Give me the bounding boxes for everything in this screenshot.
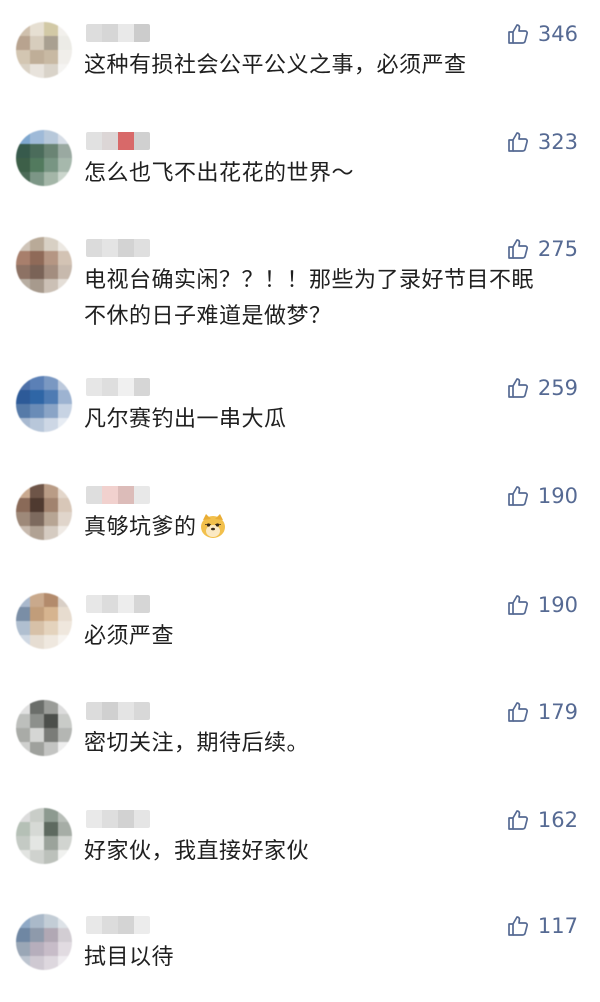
- like-button[interactable]: 117: [506, 914, 578, 938]
- like-button[interactable]: 179: [506, 700, 578, 724]
- thumbs-up-icon: [506, 237, 530, 261]
- avatar[interactable]: [16, 593, 72, 649]
- comment-text: 电视台确实闲？？！！那些为了录好节目不眠 不休的日子难道是做梦？: [84, 263, 574, 335]
- username-blurred[interactable]: [86, 916, 150, 934]
- avatar[interactable]: [16, 808, 72, 864]
- comment-text-content: 电视台确实闲？？！！那些为了录好节目不眠 不休的日子难道是做梦？: [84, 268, 535, 329]
- comment-text-content: 必须严查: [84, 624, 175, 649]
- like-count: 323: [537, 130, 578, 154]
- like-count: 275: [537, 237, 578, 261]
- doge-emoji-icon: [199, 512, 227, 540]
- avatar[interactable]: [16, 22, 72, 78]
- like-count: 162: [537, 808, 578, 832]
- comment-text: 必须严查: [84, 619, 574, 655]
- comment-text: 密切关注，期待后续。: [84, 726, 574, 762]
- username-blurred[interactable]: [86, 132, 150, 150]
- comment-text-content: 怎么也飞不出花花的世界～: [84, 161, 355, 186]
- comment-text-content: 这种有损社会公平公义之事，必须严查: [84, 53, 467, 78]
- like-count: 259: [537, 376, 578, 400]
- comment-text: 真够坑爹的: [84, 510, 574, 546]
- avatar[interactable]: [16, 130, 72, 186]
- like-button[interactable]: 190: [506, 484, 578, 508]
- comment-list: 这种有损社会公平公义之事，必须严查 346 怎么也飞不出花花的世界～ 323 电视台确实…: [0, 0, 600, 1002]
- avatar[interactable]: [16, 237, 72, 293]
- thumbs-up-icon: [506, 914, 530, 938]
- username-blurred[interactable]: [86, 595, 150, 613]
- avatar[interactable]: [16, 376, 72, 432]
- like-button[interactable]: 259: [506, 376, 578, 400]
- comment-text: 这种有损社会公平公义之事，必须严查: [84, 48, 574, 84]
- comment-text: 凡尔赛钓出一串大瓜: [84, 402, 574, 438]
- username-blurred[interactable]: [86, 378, 150, 396]
- like-count: 117: [537, 914, 578, 938]
- like-count: 179: [537, 700, 578, 724]
- avatar[interactable]: [16, 914, 72, 970]
- like-button[interactable]: 275: [506, 237, 578, 261]
- username-blurred[interactable]: [86, 810, 150, 828]
- username-blurred[interactable]: [86, 24, 150, 42]
- thumbs-up-icon: [506, 808, 530, 832]
- like-button[interactable]: 190: [506, 593, 578, 617]
- comment-text-content: 真够坑爹的: [84, 515, 197, 540]
- thumbs-up-icon: [506, 22, 530, 46]
- comment-text: 拭目以待: [84, 940, 574, 976]
- like-count: 346: [537, 22, 578, 46]
- username-blurred[interactable]: [86, 486, 150, 504]
- avatar[interactable]: [16, 700, 72, 756]
- thumbs-up-icon: [506, 484, 530, 508]
- thumbs-up-icon: [506, 376, 530, 400]
- like-count: 190: [537, 484, 578, 508]
- like-button[interactable]: 323: [506, 130, 578, 154]
- comment-text: 好家伙，我直接好家伙: [84, 834, 574, 870]
- comment-text-content: 好家伙，我直接好家伙: [84, 839, 310, 864]
- like-button[interactable]: 162: [506, 808, 578, 832]
- comment-text-content: 拭目以待: [84, 945, 175, 970]
- username-blurred[interactable]: [86, 239, 150, 257]
- username-blurred[interactable]: [86, 702, 150, 720]
- thumbs-up-icon: [506, 593, 530, 617]
- thumbs-up-icon: [506, 130, 530, 154]
- comment-text: 怎么也飞不出花花的世界～: [84, 156, 574, 192]
- comment-text-content: 密切关注，期待后续。: [84, 731, 310, 756]
- like-count: 190: [537, 593, 578, 617]
- like-button[interactable]: 346: [506, 22, 578, 46]
- avatar[interactable]: [16, 484, 72, 540]
- thumbs-up-icon: [506, 700, 530, 724]
- comment-text-content: 凡尔赛钓出一串大瓜: [84, 407, 287, 432]
